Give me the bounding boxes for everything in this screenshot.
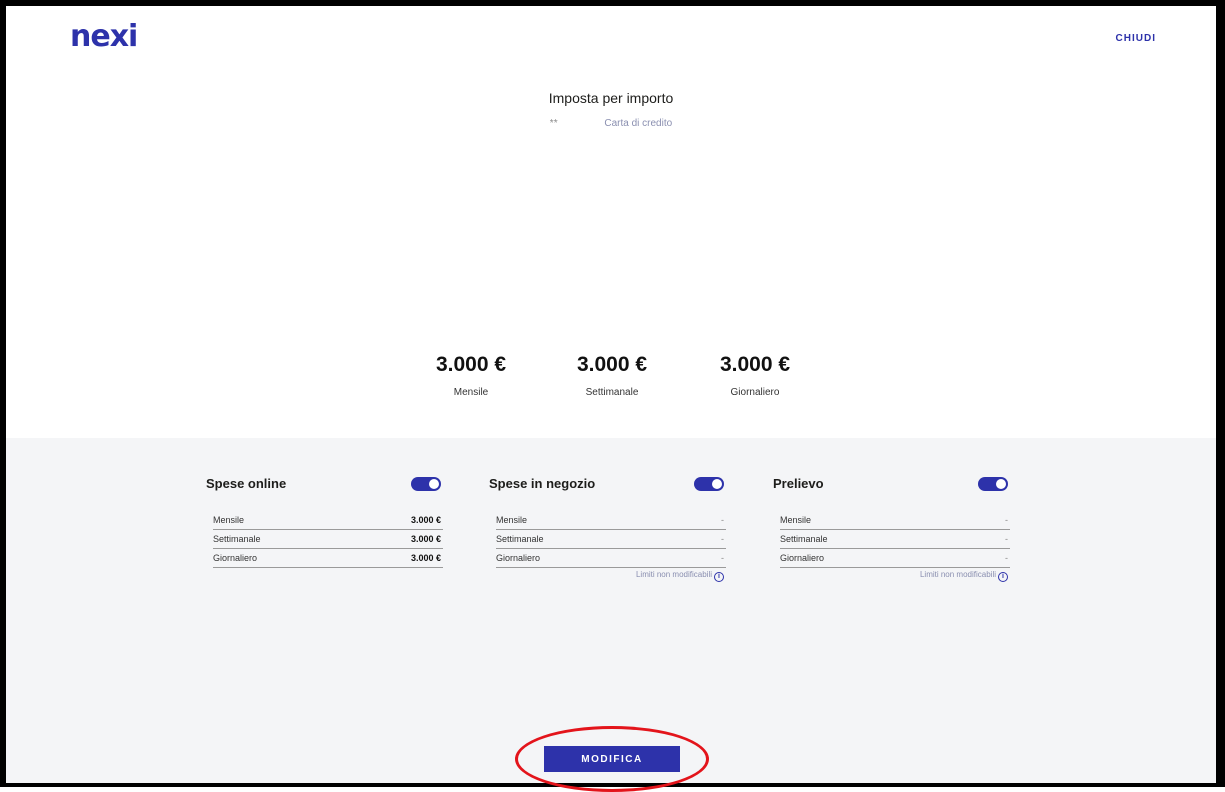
limit-period: Giornaliero [780,553,825,563]
limit-row: Settimanale - [496,530,726,549]
limits-detail-panel: Spese online Mensile 3.000 € Settimanale… [6,438,1216,792]
online-spending-toggle[interactable] [411,477,441,491]
total-amount: 3.000 € [719,353,791,376]
total-limit-weekly: 3.000 € Settimanale [562,353,662,398]
page-title: Imposta per importo [548,90,674,106]
limit-period: Settimanale [780,534,828,544]
limit-period: Mensile [780,515,812,525]
total-period-label: Giornaliero [730,387,780,398]
limit-value: - [721,553,724,563]
limit-value: 3.000 € [410,534,441,544]
limit-value: - [1005,515,1008,525]
card-info: ** Carta di credito [6,118,1216,129]
section-header: Spese in negozio [489,474,726,494]
nexi-logo: nexi [70,19,138,54]
limit-row: Mensile - [496,511,726,530]
section-title: Spese in negozio [489,476,596,491]
limit-period: Giornaliero [496,553,541,563]
limit-rows: Mensile 3.000 € Settimanale 3.000 € Gior… [206,511,443,568]
limit-row: Giornaliero - [780,549,1010,568]
total-amount: 3.000 € [435,353,507,376]
limit-rows: Mensile - Settimanale - Giornaliero - [773,511,1010,568]
info-icon[interactable]: i [714,572,724,582]
section-in-store-spending: Spese in negozio Mensile - Settimanale -… [489,474,726,582]
limits-summary-area: nexi CHIUDI Imposta per importo ** Carta… [6,6,1216,438]
section-withdrawal: Prelievo Mensile - Settimanale - Giornal… [773,474,1010,582]
total-limit-monthly: 3.000 € Mensile [421,353,521,398]
limit-period: Mensile [213,515,245,525]
limit-period: Mensile [496,515,528,525]
limit-row: Mensile - [780,511,1010,530]
total-amount: 3.000 € [576,353,648,376]
info-icon[interactable]: i [998,572,1008,582]
limit-value: - [721,515,724,525]
limit-value: - [721,534,724,544]
total-limits: 3.000 € Mensile 3.000 € Settimanale 3.00… [421,353,821,413]
limit-row: Mensile 3.000 € [213,511,443,530]
section-online-spending: Spese online Mensile 3.000 € Settimanale… [206,474,443,568]
limits-note: Limiti non modificabili i [489,570,726,582]
limit-value: 3.000 € [410,515,441,525]
limit-value: 3.000 € [410,553,441,563]
limit-period: Settimanale [496,534,544,544]
withdrawal-toggle[interactable] [978,477,1008,491]
section-header: Spese online [206,474,443,494]
limit-value: - [1005,534,1008,544]
limit-value: - [1005,553,1008,563]
limit-row: Settimanale 3.000 € [213,530,443,549]
limit-row: Giornaliero 3.000 € [213,549,443,568]
toggle-knob [996,479,1006,489]
total-period-label: Settimanale [585,387,639,398]
close-link[interactable]: CHIUDI [1116,33,1156,44]
section-title: Prelievo [773,476,824,491]
limits-note-text: Limiti non modificabili [635,570,712,579]
card-number-mask: ** [549,118,558,129]
section-header: Prelievo [773,474,1010,494]
toggle-knob [712,479,722,489]
limits-note: Limiti non modificabili i [773,570,1010,582]
section-title: Spese online [206,476,287,491]
toggle-knob [429,479,439,489]
card-type: Carta di credito [604,118,673,129]
limit-row: Giornaliero - [496,549,726,568]
in-store-spending-toggle[interactable] [694,477,724,491]
total-limit-daily: 3.000 € Giornaliero [705,353,805,398]
highlight-annotation [515,726,709,792]
limit-period: Giornaliero [213,553,258,563]
limit-rows: Mensile - Settimanale - Giornaliero - [489,511,726,568]
limits-note-text: Limiti non modificabili [919,570,996,579]
limit-period: Settimanale [213,534,261,544]
total-period-label: Mensile [453,387,489,398]
limit-row: Settimanale - [780,530,1010,549]
